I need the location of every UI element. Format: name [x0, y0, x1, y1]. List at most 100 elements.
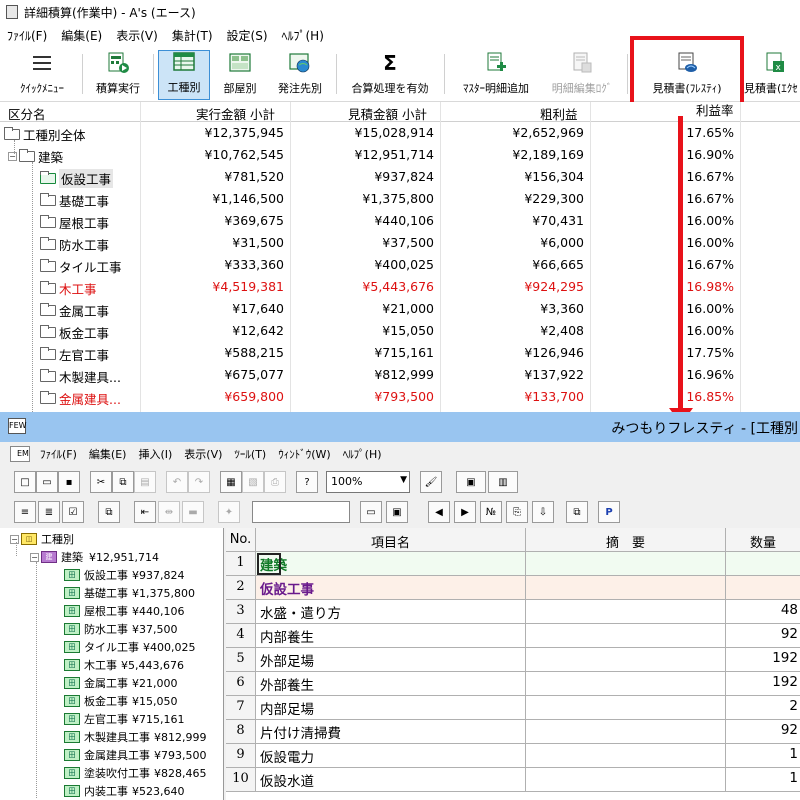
- check-icon[interactable]: ☑: [62, 501, 84, 523]
- tree-item[interactable]: 田タイル工事 ¥400,025: [64, 638, 196, 656]
- row-number[interactable]: 10: [226, 768, 256, 792]
- cell-qty[interactable]: 48: [726, 600, 800, 624]
- row-number[interactable]: 9: [226, 744, 256, 768]
- zoom-select[interactable]: 100% ▼: [326, 471, 410, 493]
- tree-item[interactable]: 田基礎工事 ¥1,375,800: [64, 584, 195, 602]
- fresty-menu-tools[interactable]: ﾂｰﾙ(T): [228, 446, 272, 462]
- fresty-menu-edit[interactable]: 編集(E): [83, 446, 133, 462]
- row-number[interactable]: 8: [226, 720, 256, 744]
- view-grid-icon[interactable]: ▥: [488, 471, 518, 493]
- tree-item[interactable]: 田屋根工事 ¥440,106: [64, 602, 185, 620]
- cell-qty[interactable]: 92: [726, 720, 800, 744]
- menu-help[interactable]: ﾍﾙﾌﾟ(H): [275, 27, 331, 44]
- next-page-icon[interactable]: ▶: [454, 501, 476, 523]
- printer-icon[interactable]: ⎙: [264, 471, 286, 493]
- insert-row-icon[interactable]: ⇤: [134, 501, 156, 523]
- tree-item[interactable]: 田内装工事 ¥523,640: [64, 782, 185, 800]
- redo-icon[interactable]: ↷: [188, 471, 210, 493]
- tree-item[interactable]: 田木製建具工事 ¥812,999: [64, 728, 207, 746]
- stack-icon[interactable]: ⧉: [566, 501, 588, 523]
- cell-summary[interactable]: [526, 720, 726, 744]
- cell-item[interactable]: 外部養生: [256, 672, 526, 696]
- find-input[interactable]: [252, 501, 350, 523]
- wand-icon[interactable]: ✦: [218, 501, 240, 523]
- save-icon[interactable]: ▪: [58, 471, 80, 493]
- estimate-run-button[interactable]: 積算実行: [88, 50, 148, 100]
- cell-item[interactable]: 仮設水道: [256, 768, 526, 792]
- first-page-icon[interactable]: ◀: [428, 501, 450, 523]
- cell-summary[interactable]: [526, 768, 726, 792]
- cell-qty[interactable]: 92: [726, 624, 800, 648]
- menu-view[interactable]: 表示(V): [109, 27, 165, 44]
- menu-edit[interactable]: 編集(E): [54, 27, 109, 44]
- fresty-menu-help[interactable]: ﾍﾙﾌﾟ(H): [337, 446, 388, 462]
- header-gross-profit[interactable]: 粗利益: [540, 104, 578, 123]
- export-icon[interactable]: ⇩: [532, 501, 554, 523]
- tree-group[interactable]: − 建 建築 ¥12,951,714: [30, 548, 159, 566]
- tree-item[interactable]: 田木工事 ¥5,443,676: [64, 656, 184, 674]
- cell-qty[interactable]: 192: [726, 672, 800, 696]
- cell-item[interactable]: 内部足場: [256, 696, 526, 720]
- tree-item[interactable]: 田仮設工事 ¥937,824: [64, 566, 185, 584]
- fresty-menu-insert[interactable]: 挿入(I): [132, 446, 178, 462]
- cell-item[interactable]: 仮設電力: [256, 744, 526, 768]
- cell-qty[interactable]: 1: [726, 744, 800, 768]
- tree-item[interactable]: 田金属工事 ¥21,000: [64, 674, 178, 692]
- print-preview-icon[interactable]: ▦: [220, 471, 242, 493]
- cell-summary[interactable]: [526, 696, 726, 720]
- tree-item[interactable]: 田板金工事 ¥15,050: [64, 692, 178, 710]
- header-category[interactable]: 区分名: [8, 104, 46, 123]
- number-icon[interactable]: №: [480, 501, 502, 523]
- col-header-no[interactable]: No.: [226, 528, 256, 552]
- cell-item[interactable]: 水盛・遣り方: [256, 600, 526, 624]
- fresty-menu-file[interactable]: ﾌｧｲﾙ(F): [34, 446, 83, 462]
- split-icon[interactable]: ⇹: [158, 501, 180, 523]
- menu-settings[interactable]: 設定(S): [220, 27, 275, 44]
- tree-item[interactable]: 田左官工事 ¥715,161: [64, 710, 185, 728]
- col-header-summary[interactable]: 摘 要: [526, 528, 726, 552]
- header-margin[interactable]: 利益率: [696, 100, 734, 119]
- cell-item[interactable]: 建築: [256, 552, 526, 576]
- list-icon[interactable]: ≡: [14, 501, 36, 523]
- tree-root[interactable]: − ◫ 工種別: [10, 530, 74, 548]
- row-number[interactable]: 3: [226, 600, 256, 624]
- copy-icon[interactable]: ⧉: [112, 471, 134, 493]
- paste-icon[interactable]: ▤: [134, 471, 156, 493]
- tree-item[interactable]: 田金属建具工事 ¥793,500: [64, 746, 207, 764]
- collapse-icon[interactable]: −: [30, 552, 39, 562]
- row-number[interactable]: 1: [226, 552, 256, 576]
- estimate-excel-button[interactable]: x 見積書(ｴｸｾ: [744, 50, 800, 100]
- row-number[interactable]: 6: [226, 672, 256, 696]
- cell-summary[interactable]: [526, 744, 726, 768]
- find-prev-icon[interactable]: ▭: [360, 501, 382, 523]
- tree-item[interactable]: 田塗装吹付工事 ¥828,465: [64, 764, 207, 782]
- row-number[interactable]: 5: [226, 648, 256, 672]
- open-folder-icon[interactable]: ▭: [36, 471, 58, 493]
- by-trade-button[interactable]: 工種別: [158, 50, 210, 100]
- menu-aggregate[interactable]: 集計(T): [165, 27, 220, 44]
- view-screen-icon[interactable]: ▣: [456, 471, 486, 493]
- col-header-item[interactable]: 項目名: [256, 528, 526, 552]
- help-question-icon[interactable]: ?: [296, 471, 318, 493]
- cell-item[interactable]: 内部養生: [256, 624, 526, 648]
- undo-icon[interactable]: ↶: [166, 471, 188, 493]
- cell-qty[interactable]: 1: [726, 768, 800, 792]
- merge-icon[interactable]: ▬: [182, 501, 204, 523]
- cell-summary[interactable]: [526, 576, 726, 600]
- header-est-amount[interactable]: 見積金額 小計: [348, 104, 427, 123]
- by-room-button[interactable]: 部屋別: [214, 50, 266, 100]
- row-number[interactable]: 2: [226, 576, 256, 600]
- cell-item[interactable]: 片付け清掃費: [256, 720, 526, 744]
- tree-item[interactable]: 田防水工事 ¥37,500: [64, 620, 178, 638]
- cell-summary[interactable]: [526, 648, 726, 672]
- quick-menu-button[interactable]: ｸｲｯｸﾒﾆｭｰ: [6, 50, 78, 100]
- menu-file[interactable]: ﾌｧｲﾙ(F): [0, 27, 54, 44]
- cell-summary[interactable]: [526, 624, 726, 648]
- cell-item[interactable]: 外部足場: [256, 648, 526, 672]
- row-number[interactable]: 7: [226, 696, 256, 720]
- find-next-icon[interactable]: ▣: [386, 501, 408, 523]
- fresty-menu-window[interactable]: ｳｨﾝﾄﾞｳ(W): [272, 446, 336, 462]
- cell-summary[interactable]: [526, 600, 726, 624]
- master-add-button[interactable]: ﾏｽﾀｰ明細追加: [454, 50, 538, 100]
- cell-qty[interactable]: [726, 576, 800, 600]
